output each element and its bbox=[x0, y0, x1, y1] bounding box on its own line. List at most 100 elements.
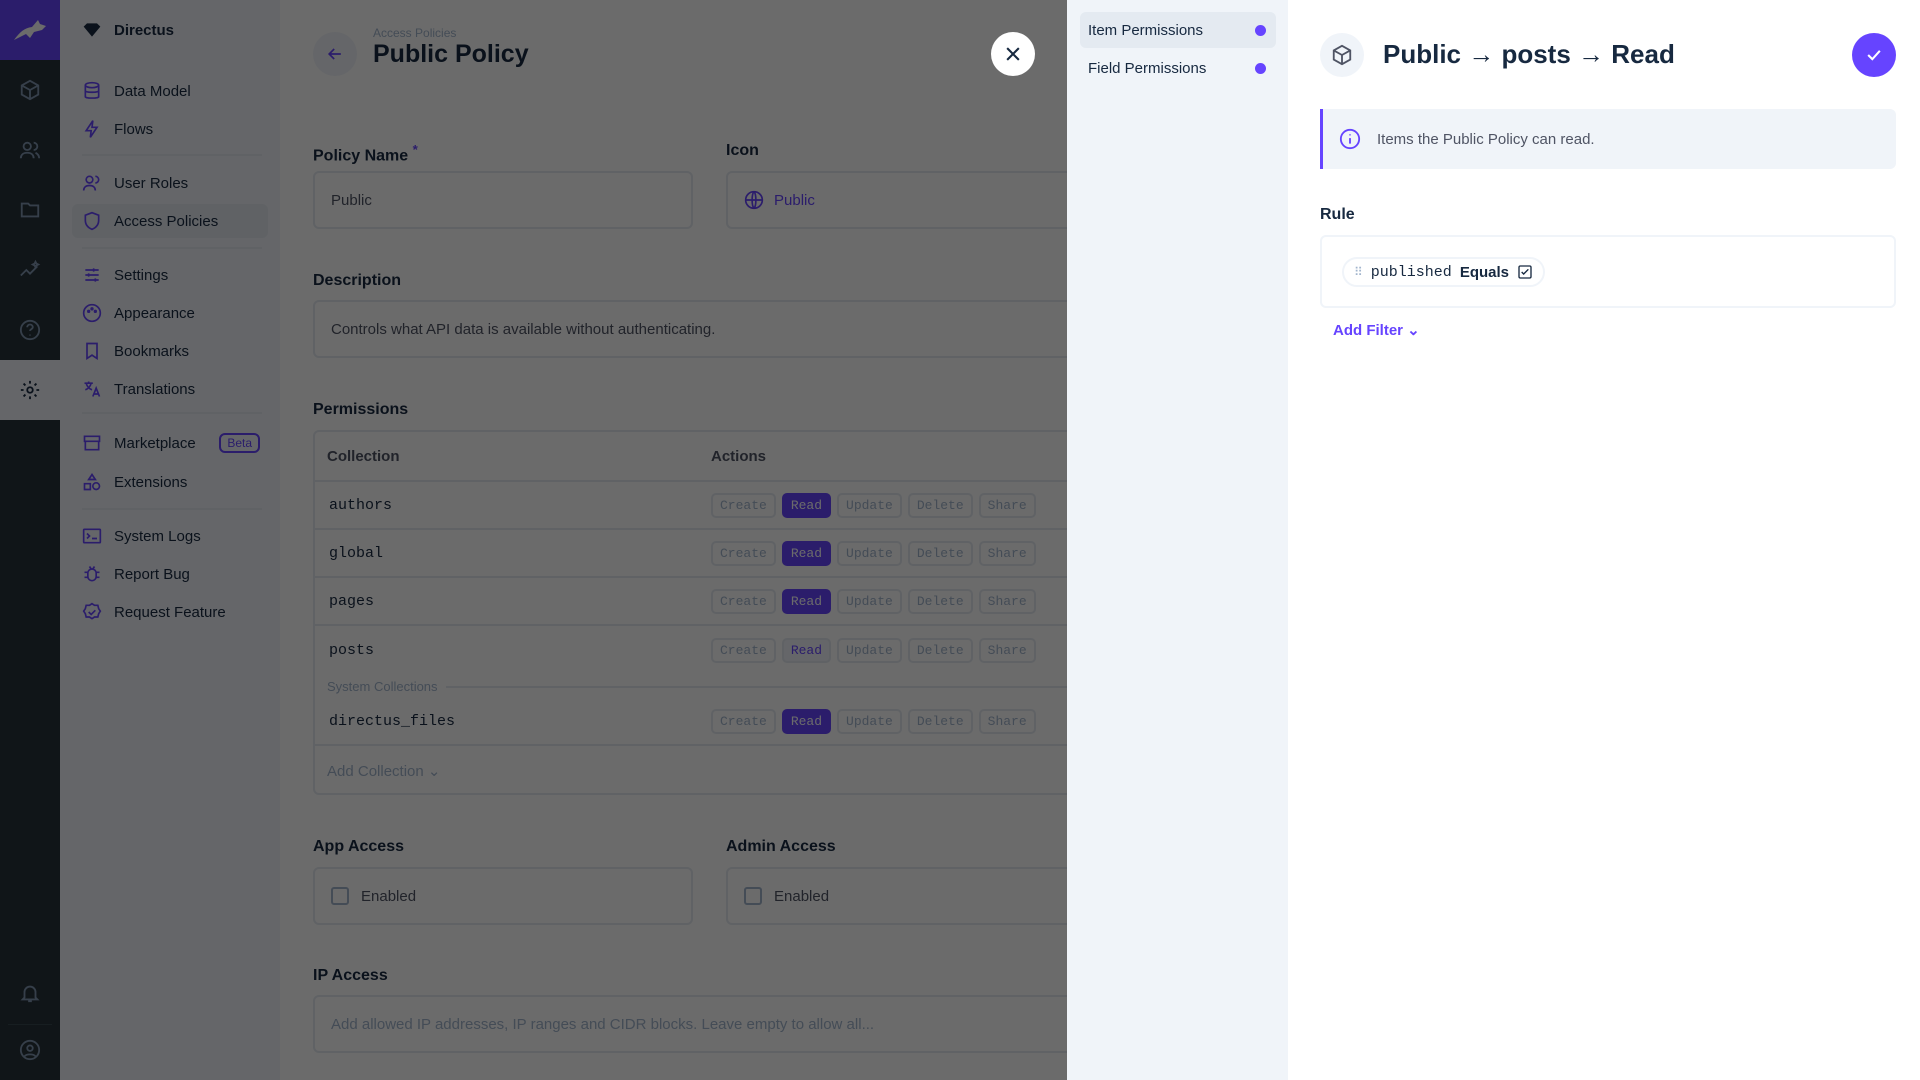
drag-handle-icon[interactable]: ⠿ bbox=[1354, 265, 1363, 279]
sidebar-item-flows[interactable]: Flows bbox=[72, 112, 268, 146]
action-read-toggle[interactable]: Read bbox=[781, 492, 832, 518]
icon-select[interactable]: Public bbox=[726, 171, 1126, 229]
action-share-toggle[interactable]: Share bbox=[978, 588, 1036, 614]
policy-name-label: Policy Name * bbox=[313, 142, 418, 165]
action-create-toggle[interactable]: Create bbox=[711, 588, 776, 614]
action-update-toggle[interactable]: Update bbox=[837, 637, 902, 663]
action-read-toggle[interactable]: Read bbox=[781, 588, 832, 614]
dimmed-background-page[interactable]: Directus Data Model Flows User Roles Access… bbox=[0, 0, 1126, 1080]
action-update-toggle[interactable]: Update bbox=[837, 708, 902, 734]
cube-icon bbox=[1332, 44, 1352, 66]
sidebar-item-report-bug[interactable]: Report Bug bbox=[72, 557, 268, 591]
sidebar-item-label: Bookmarks bbox=[114, 342, 190, 360]
filter-operator[interactable]: Equals bbox=[1460, 264, 1509, 281]
sidebar-item-system-logs[interactable]: System Logs bbox=[72, 519, 268, 553]
sidebar-item-request-feature[interactable]: Request Feature bbox=[72, 595, 268, 629]
sidebar-item-extensions[interactable]: Extensions bbox=[72, 465, 268, 499]
action-delete-toggle[interactable]: Delete bbox=[907, 492, 973, 518]
action-create-toggle[interactable]: Create bbox=[711, 637, 776, 663]
action-create-toggle[interactable]: Create bbox=[711, 540, 776, 566]
policy-name-input[interactable]: Public bbox=[313, 171, 693, 229]
add-collection-button[interactable]: Add Collection ⌄ bbox=[327, 762, 440, 780]
table-row: pages Create Read Update Delete Share bbox=[315, 578, 1111, 626]
action-read-toggle[interactable]: Read bbox=[781, 637, 832, 663]
table-row: directus_files Create Read Update Delete Shar… bbox=[315, 698, 1111, 746]
content-module-icon[interactable] bbox=[0, 60, 60, 120]
collection-name: global bbox=[329, 544, 384, 562]
filter-chip[interactable]: ⠿ published Equals bbox=[1342, 257, 1545, 287]
close-drawer-button[interactable] bbox=[991, 32, 1035, 76]
page-title: Public Policy bbox=[373, 40, 529, 68]
nav-field-permissions[interactable]: Field Permissions bbox=[1080, 50, 1276, 86]
filter-field[interactable]: published bbox=[1371, 264, 1452, 281]
checkbox-icon bbox=[331, 887, 349, 905]
back-button[interactable] bbox=[313, 32, 357, 76]
request-feature-icon bbox=[82, 602, 102, 620]
sidebar-item-label: Data Model bbox=[114, 82, 191, 100]
sidebar-item-label: Marketplace bbox=[114, 434, 196, 452]
files-module-icon[interactable] bbox=[0, 180, 60, 240]
action-share-toggle[interactable]: Share bbox=[978, 540, 1036, 566]
sidebar-item-appearance[interactable]: Appearance bbox=[72, 296, 268, 330]
action-update-toggle[interactable]: Update bbox=[837, 540, 902, 566]
nav-item-permissions[interactable]: Item Permissions bbox=[1080, 12, 1276, 48]
extensions-icon bbox=[83, 472, 101, 491]
action-delete-toggle[interactable]: Delete bbox=[907, 637, 973, 663]
user-account-icon[interactable] bbox=[0, 1020, 60, 1080]
app-access-label: App Access bbox=[313, 838, 404, 855]
sidebar-item-label: Flows bbox=[114, 120, 154, 138]
sidebar-item-user-roles[interactable]: User Roles bbox=[72, 166, 268, 200]
directus-logo[interactable] bbox=[0, 0, 60, 60]
sidebar-item-bookmarks[interactable]: Bookmarks bbox=[72, 334, 268, 368]
collection-name: authors bbox=[329, 496, 393, 514]
user-roles-icon bbox=[82, 175, 100, 191]
status-dot bbox=[1255, 24, 1266, 36]
action-delete-toggle[interactable]: Delete bbox=[907, 588, 973, 614]
sidebar-divider bbox=[82, 154, 262, 156]
sidebar-item-settings[interactable]: Settings bbox=[72, 258, 268, 292]
drawer-nav bbox=[1067, 0, 1288, 1080]
help-icon[interactable] bbox=[0, 300, 60, 360]
action-update-toggle[interactable]: Update bbox=[837, 588, 902, 614]
system-logs-icon bbox=[82, 528, 102, 544]
checkbox-checked-icon[interactable] bbox=[1517, 264, 1533, 280]
settings-module-icon[interactable] bbox=[0, 360, 60, 420]
action-share-toggle[interactable]: Share bbox=[978, 637, 1036, 663]
action-delete-toggle[interactable]: Delete bbox=[907, 708, 973, 734]
action-delete-toggle[interactable]: Delete bbox=[907, 540, 973, 566]
sidebar-divider bbox=[82, 508, 262, 510]
arrow-left-icon bbox=[327, 48, 341, 60]
action-read-toggle[interactable]: Read bbox=[781, 540, 832, 566]
action-create-toggle[interactable]: Create bbox=[711, 708, 776, 734]
project-header[interactable]: Directus bbox=[72, 13, 268, 47]
sidebar-item-access-policies[interactable]: Access Policies bbox=[72, 204, 268, 238]
sidebar-item-data-model[interactable]: Data Model bbox=[72, 74, 268, 108]
sidebar-divider bbox=[82, 412, 262, 414]
sidebar-item-label: User Roles bbox=[114, 174, 189, 192]
app-access-checkbox[interactable]: Enabled bbox=[313, 867, 693, 925]
action-create-toggle[interactable]: Create bbox=[711, 492, 776, 518]
admin-access-checkbox[interactable]: Enabled bbox=[726, 867, 1126, 925]
report-bug-icon bbox=[84, 566, 100, 582]
sidebar-item-label: Appearance bbox=[114, 304, 195, 322]
sidebar-item-marketplace[interactable]: Marketplace Beta bbox=[72, 426, 268, 460]
save-button[interactable] bbox=[1852, 33, 1896, 77]
ip-access-label: IP Access bbox=[313, 967, 388, 984]
description-input[interactable]: Controls what API data is available with… bbox=[313, 300, 1113, 358]
insights-module-icon[interactable] bbox=[0, 240, 60, 300]
header-icon bbox=[1320, 33, 1364, 77]
action-read-toggle[interactable]: Read bbox=[781, 708, 832, 734]
users-module-icon[interactable] bbox=[0, 120, 60, 180]
action-share-toggle[interactable]: Share bbox=[978, 492, 1036, 518]
sidebar-item-translations[interactable]: Translations bbox=[72, 372, 268, 406]
sidebar-item-label: System Logs bbox=[114, 527, 201, 545]
ip-access-input[interactable]: Add allowed IP addresses, IP ranges and … bbox=[313, 995, 1113, 1053]
sidebar-item-label: Settings bbox=[114, 266, 169, 284]
action-update-toggle[interactable]: Update bbox=[837, 492, 902, 518]
notifications-bell-icon[interactable] bbox=[0, 963, 60, 1023]
add-filter-button[interactable]: Add Filter ⌄ bbox=[1333, 321, 1420, 339]
checkbox-icon bbox=[744, 887, 762, 905]
action-share-toggle[interactable]: Share bbox=[978, 708, 1036, 734]
status-dot bbox=[1255, 62, 1266, 74]
breadcrumb[interactable]: Access Policies bbox=[373, 26, 456, 40]
